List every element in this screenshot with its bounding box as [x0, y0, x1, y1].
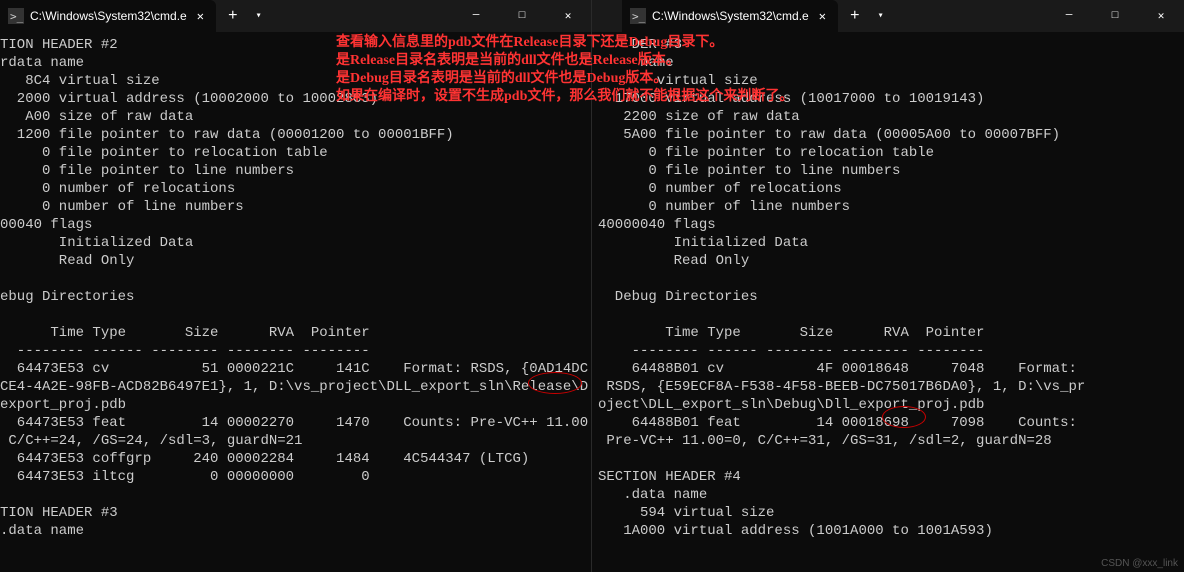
tab-title-right: C:\Windows\System32\cmd.e [652, 9, 809, 23]
window-controls-left: ─ □ ✕ [453, 0, 591, 32]
terminal-output-left: TION HEADER #2 rdata name 8C4 virtual si… [0, 32, 591, 544]
titlebar-left: >_ C:\Windows\System32\cmd.e ✕ + ▾ ─ □ ✕ [0, 0, 591, 32]
tab-cmd-right[interactable]: >_ C:\Windows\System32\cmd.e ✕ [622, 0, 838, 32]
cmd-icon: >_ [8, 8, 24, 24]
minimize-button-right[interactable]: ─ [1046, 0, 1092, 32]
tab-close-left[interactable]: ✕ [193, 9, 208, 24]
window-controls-right: ─ □ ✕ [1046, 0, 1184, 32]
maximize-button-left[interactable]: □ [499, 0, 545, 32]
minimize-button-left[interactable]: ─ [453, 0, 499, 32]
cmd-icon: >_ [630, 8, 646, 24]
titlebar-right: >_ C:\Windows\System32\cmd.e ✕ + ▾ ─ □ ✕ [592, 0, 1184, 32]
new-tab-right[interactable]: + [838, 7, 872, 25]
right-terminal-window: >_ C:\Windows\System32\cmd.e ✕ + ▾ ─ □ ✕… [592, 0, 1184, 572]
svg-text:>_: >_ [632, 10, 646, 23]
maximize-button-right[interactable]: □ [1092, 0, 1138, 32]
tab-dropdown-left[interactable]: ▾ [250, 10, 268, 22]
watermark: CSDN @xxx_link [1101, 558, 1178, 569]
new-tab-left[interactable]: + [216, 7, 250, 25]
tab-cmd-left[interactable]: >_ C:\Windows\System32\cmd.e ✕ [0, 0, 216, 32]
left-terminal-window: >_ C:\Windows\System32\cmd.e ✕ + ▾ ─ □ ✕… [0, 0, 592, 572]
tab-close-right[interactable]: ✕ [815, 9, 830, 24]
close-button-right[interactable]: ✕ [1138, 0, 1184, 32]
close-button-left[interactable]: ✕ [545, 0, 591, 32]
svg-text:>_: >_ [10, 10, 24, 23]
tab-title-left: C:\Windows\System32\cmd.e [30, 9, 187, 23]
terminal-output-right: DER #3 name virtual size 17000 virtual a… [592, 32, 1184, 544]
tab-dropdown-right[interactable]: ▾ [872, 10, 890, 22]
